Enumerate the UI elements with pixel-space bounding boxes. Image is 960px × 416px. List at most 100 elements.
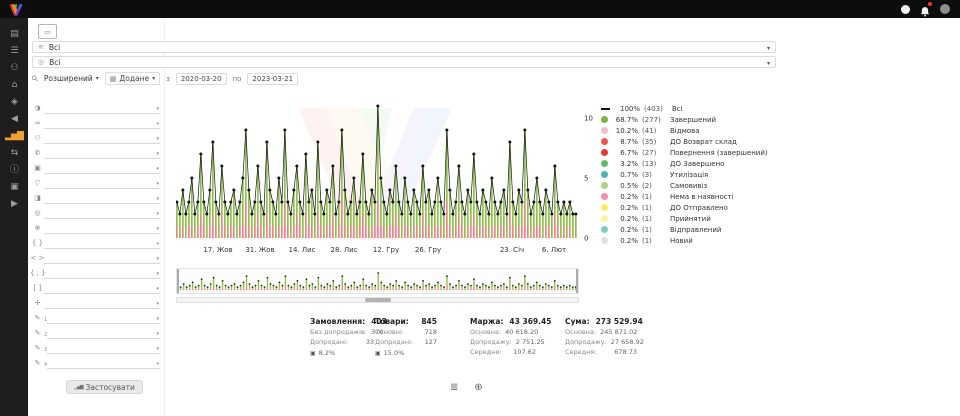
- filter-row-select[interactable]: [47, 358, 160, 369]
- target-icon: ◎: [38, 58, 44, 66]
- filter-product-select[interactable]: ▣: [30, 163, 160, 173]
- filter-field-json-select[interactable]: { ; }: [30, 268, 160, 278]
- filter-flow-select[interactable]: ≈: [30, 118, 160, 128]
- filter-field-braces-select[interactable]: { }: [30, 238, 160, 248]
- filter-row-select[interactable]: [44, 238, 160, 249]
- filter-phone-select[interactable]: ✆: [30, 148, 160, 158]
- svg-text:10: 10: [584, 115, 593, 123]
- filter-row-select[interactable]: [44, 268, 160, 279]
- legend-count: (1): [642, 226, 670, 234]
- global-filter-select-2[interactable]: ◎ Всі: [32, 56, 776, 68]
- filter-source-select[interactable]: ◑: [30, 103, 160, 113]
- legend-swatch-icon: [601, 127, 608, 134]
- filter-warehouse-select[interactable]: ◨: [30, 193, 160, 203]
- legend-item[interactable]: 0.5% (2) Самовивіз: [601, 180, 779, 191]
- filter-row-select[interactable]: [44, 283, 160, 294]
- legend-item[interactable]: 0.2% (1) ДО Отправлено: [601, 202, 779, 213]
- theme-toggle-icon[interactable]: [901, 5, 910, 14]
- legend-item[interactable]: 0.7% (3) Утилізація: [601, 169, 779, 180]
- svg-text:6. Лют: 6. Лют: [542, 246, 566, 254]
- filter-row-select[interactable]: [44, 103, 160, 114]
- legend-count: (1): [642, 193, 670, 201]
- chart-navigator[interactable]: [176, 268, 579, 294]
- notifications-bell-icon[interactable]: [919, 3, 931, 15]
- date-to-input[interactable]: 2023-03-21: [247, 73, 298, 85]
- sidebar-item-info[interactable]: ⓘ: [0, 162, 28, 179]
- sidebar-item-dashboard[interactable]: ▤: [0, 26, 28, 43]
- legend-swatch-icon: [601, 193, 608, 200]
- date-from-input[interactable]: 2020-03-20: [176, 73, 227, 85]
- display-mode-button[interactable]: ▭: [38, 24, 57, 39]
- sidebar-item-analytics[interactable]: ▂▅▇: [0, 128, 28, 145]
- filter-custom-field-1-select[interactable]: ✎1: [30, 313, 160, 323]
- filter-field-cross-select[interactable]: ✛: [30, 298, 160, 308]
- list-toggle-icon[interactable]: ≣: [450, 383, 458, 393]
- filter-custom-field-4-select[interactable]: ✎4: [30, 358, 160, 368]
- sidebar-item-inventory[interactable]: ▣: [0, 179, 28, 196]
- legend-label: Нема в наявності: [670, 193, 734, 201]
- filter-custom-field-3-select[interactable]: ✎3: [30, 343, 160, 353]
- filter-funnel-select[interactable]: ▽: [30, 178, 160, 188]
- bar-chart-icon: ▁▄▆: [74, 384, 83, 390]
- sidebar-item-integrations[interactable]: ⇆: [0, 145, 28, 162]
- stat-title: Товари:: [375, 317, 409, 326]
- globe-toggle-icon[interactable]: ⊕: [474, 383, 482, 393]
- sidebar-item-orders[interactable]: ☰: [0, 43, 28, 60]
- filter-manager-select[interactable]: ⚇: [30, 133, 160, 143]
- legend-item[interactable]: 0.2% (1) Відправлений: [601, 224, 779, 235]
- stat-title: Маржа:: [470, 317, 503, 326]
- filter-row-select[interactable]: [47, 328, 160, 339]
- global-filter-1-value: Всі: [49, 43, 60, 52]
- sidebar-item-customers[interactable]: ⚇: [0, 60, 28, 77]
- filter-field-tags-select[interactable]: < >: [30, 253, 160, 263]
- sidebar-item-shop[interactable]: ⌂: [0, 77, 28, 94]
- filter-row-select[interactable]: [44, 118, 160, 129]
- chevron-down-icon: [767, 58, 770, 67]
- sidebar-item-products[interactable]: ◈: [0, 94, 28, 111]
- legend-percent: 6.7%: [612, 149, 638, 157]
- legend-label: Завершений: [670, 116, 716, 124]
- filter-row-select[interactable]: [44, 148, 160, 159]
- sidebar-item-marketing[interactable]: ◀: [0, 111, 28, 128]
- filter-row-select[interactable]: [47, 313, 160, 324]
- legend-item[interactable]: 100% (403) Всі: [601, 103, 779, 114]
- legend-percent: 0.2%: [612, 226, 638, 234]
- filter-row-select[interactable]: [47, 343, 160, 354]
- filter-row-select[interactable]: [44, 178, 160, 189]
- filter-region-select[interactable]: ⊕: [30, 223, 160, 233]
- filter-row-select[interactable]: [44, 208, 160, 219]
- date-field-select[interactable]: ▦ Додане: [105, 72, 160, 85]
- svg-text:17. Жов: 17. Жов: [203, 246, 232, 254]
- filter-row-icon: ≈: [30, 119, 45, 127]
- chart-scrollbar[interactable]: [176, 297, 579, 303]
- filter-row-select[interactable]: [44, 133, 160, 144]
- filter-row-select[interactable]: [44, 298, 160, 309]
- stat-value: 43 369.45: [509, 317, 551, 326]
- stat-total-sum: Сума:273 529.94 Основна:245 871.02 Допро…: [565, 317, 637, 358]
- legend-item[interactable]: 10.2% (41) Відмова: [601, 125, 779, 136]
- filter-row-icon: ◎: [30, 209, 45, 217]
- filter-custom-field-2-select[interactable]: ✎2: [30, 328, 160, 338]
- search-icon[interactable]: ⚲: [30, 73, 41, 84]
- legend-item[interactable]: 6.7% (27) Повернення (завершений): [601, 147, 779, 158]
- filter-row-select[interactable]: [44, 223, 160, 234]
- sidebar-item-media[interactable]: ▶: [0, 196, 28, 213]
- legend-item[interactable]: 0.2% (1) Нема в наявності: [601, 191, 779, 202]
- brand-logo-icon[interactable]: [8, 2, 24, 16]
- global-filter-select-1[interactable]: ≋ Всі: [32, 41, 776, 53]
- filter-row-select[interactable]: [44, 163, 160, 174]
- legend-item[interactable]: 0.2% (1) Прийнятий: [601, 213, 779, 224]
- legend-item[interactable]: 0.2% (1) Новий: [601, 235, 779, 246]
- scrollbar-thumb[interactable]: [365, 298, 391, 302]
- legend-item[interactable]: 68.7% (277) Завершений: [601, 114, 779, 125]
- filter-row-select[interactable]: [44, 253, 160, 264]
- orders-timeline-chart[interactable]: 051017. Жов31. Жов14. Лис28. Лис12. Гру2…: [176, 96, 596, 256]
- mode-select[interactable]: Розширений: [44, 74, 99, 83]
- legend-item[interactable]: 3.2% (13) ДО Завершено: [601, 158, 779, 169]
- legend-item[interactable]: 8.7% (35) ДО Возврат склад: [601, 136, 779, 147]
- filter-field-array-select[interactable]: [ ]: [30, 283, 160, 293]
- filter-target-select[interactable]: ◎: [30, 208, 160, 218]
- apply-filters-button[interactable]: ▁▄▆ Застосувати: [66, 380, 143, 394]
- filter-row-select[interactable]: [44, 193, 160, 204]
- user-avatar-icon[interactable]: [940, 4, 950, 14]
